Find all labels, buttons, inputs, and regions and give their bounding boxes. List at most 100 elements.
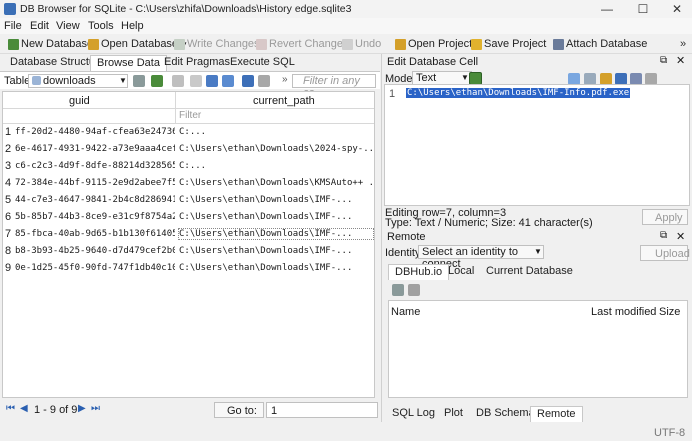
- goto-button[interactable]: Go to:: [214, 402, 264, 418]
- remote-header: Remote ⧉ ✕: [384, 230, 690, 244]
- revert-changes-icon: [256, 38, 267, 50]
- table-row[interactable]: 3 c6-c2c3-4d9f-8dfe-88214d328565 C:...: [3, 158, 374, 175]
- table-row[interactable]: 5 44-c7e3-4647-9841-2b4c8d286941 C:\Users\…: [3, 192, 374, 209]
- open-database-button[interactable]: Open Database▼: [88, 37, 188, 51]
- close-button[interactable]: ✕: [660, 0, 692, 18]
- column-header-current-path[interactable]: current_path: [253, 95, 315, 107]
- main-tabs: Database Structure Browse Data Edit Prag…: [2, 55, 380, 71]
- tab-dbhub[interactable]: DBHub.io: [388, 264, 450, 280]
- title-bar: DB Browser for SQLite - C:\Users\zhifa\D…: [0, 0, 692, 18]
- attach-database-button[interactable]: Attach Database: [553, 37, 647, 51]
- pager-label: 1 - 9 of 9: [34, 404, 78, 416]
- prev-page-icon[interactable]: ◀: [20, 403, 28, 414]
- next-page-icon[interactable]: ▶: [78, 403, 86, 414]
- splitter[interactable]: [381, 54, 382, 422]
- table-icon: [32, 76, 41, 85]
- table-select[interactable]: downloads ▼: [28, 74, 128, 88]
- write-changes-icon: [174, 38, 185, 50]
- window-title: DB Browser for SQLite - C:\Users\zhifa\D…: [20, 3, 352, 15]
- first-page-icon[interactable]: ⏮: [6, 403, 15, 414]
- new-database-button[interactable]: New Database: [8, 37, 93, 51]
- app-icon: [4, 3, 16, 15]
- mode-select[interactable]: Text ▼: [412, 71, 472, 85]
- close-remote-icon[interactable]: ✕: [676, 230, 685, 243]
- float-panel-icon[interactable]: ⧉: [660, 55, 667, 66]
- save-project-icon: [471, 38, 482, 50]
- table-row[interactable]: 6 5b-85b7-44b3-8ce9-e31c9f8754a2 C:\Users\…: [3, 209, 374, 226]
- edit-cell-status: Editing row=7, column=3 Type: Text / Num…: [384, 207, 690, 231]
- cell-value-text[interactable]: C:\Users\ethan\Downloads\IMF-Info.pdf.ex…: [406, 88, 631, 98]
- undo-button[interactable]: Undo: [342, 37, 381, 51]
- apply-button[interactable]: Apply: [642, 209, 688, 225]
- table-row[interactable]: 8 b8-3b93-4b25-9640-d7d479cef2b0 C:\Users\…: [3, 243, 374, 260]
- remote-file-list[interactable]: Name Last modified Size: [388, 300, 688, 398]
- close-panel-icon[interactable]: ✕: [676, 54, 685, 67]
- tab-execute-sql[interactable]: Execute SQL: [224, 55, 301, 71]
- refresh-remote-icon[interactable]: [392, 284, 404, 296]
- open-project-icon: [395, 38, 406, 50]
- table-select-value: downloads: [43, 75, 96, 87]
- new-record-icon[interactable]: [206, 75, 218, 87]
- revert-changes-button[interactable]: Revert Changes: [256, 37, 349, 51]
- menu-file[interactable]: File: [4, 20, 22, 32]
- remote-toolbar: [388, 281, 688, 299]
- open-database-icon: [88, 38, 99, 50]
- main-toolbar: New Database Open Database▼ Write Change…: [0, 34, 692, 54]
- column-filter-row: Filter: [3, 109, 374, 124]
- status-bar: UTF-8: [0, 424, 692, 441]
- goto-input[interactable]: 1: [266, 402, 378, 418]
- minimize-button[interactable]: —: [590, 0, 624, 18]
- identity-select[interactable]: Select an identity to connect▼: [418, 245, 544, 270]
- column-header-size[interactable]: Size: [659, 306, 680, 318]
- column-header-guid[interactable]: guid: [69, 95, 90, 107]
- column-filter-input[interactable]: Filter: [179, 110, 201, 121]
- table-row[interactable]: 2 6e-4617-4931-9422-a73e9aaa4cef C:\Users\…: [3, 141, 374, 158]
- menu-help[interactable]: Help: [121, 20, 144, 32]
- clone-icon[interactable]: [408, 284, 420, 296]
- cell-editor[interactable]: 1 C:\Users\ethan\Downloads\IMF-Info.pdf.…: [384, 84, 690, 206]
- filter-any-column-input[interactable]: Filter in any co...: [292, 74, 376, 99]
- print-icon[interactable]: [258, 75, 270, 87]
- table-row-selected[interactable]: 7 85-fbca-40ab-9d65-b1b130f61405 C:\Users\…: [3, 226, 374, 243]
- last-page-icon[interactable]: ⏭: [91, 403, 100, 414]
- table-row[interactable]: 4 72-384e-44bf-9115-2e9d2abee7f5 C:\Users\…: [3, 175, 374, 192]
- column-header-last-modified[interactable]: Last modified: [591, 306, 656, 318]
- encoding-label: UTF-8: [654, 427, 686, 439]
- sort-icon[interactable]: [172, 75, 184, 87]
- tab-sql-log[interactable]: SQL Log: [386, 406, 441, 422]
- export-icon[interactable]: [242, 75, 254, 87]
- table-row[interactable]: 1 ff-20d2-4480-94af-cfea63e24736 C:...: [3, 124, 374, 141]
- filter-clear-icon[interactable]: [133, 75, 145, 87]
- save-project-button[interactable]: Save Project: [471, 37, 546, 51]
- pager-bar: ⏮ ◀ 1 - 9 of 9 ▶ ⏭ Go to: 1: [2, 401, 380, 419]
- menu-view[interactable]: View: [56, 20, 80, 32]
- browse-controls: Table: downloads ▼ » Filter in any co...: [0, 71, 380, 99]
- tab-remote[interactable]: Remote: [530, 406, 583, 422]
- tab-browse-data[interactable]: Browse Data: [90, 55, 167, 71]
- menu-edit[interactable]: Edit: [30, 20, 49, 32]
- edit-cell-header: Edit Database Cell ⧉ ✕: [384, 54, 690, 70]
- remote-tabs: DBHub.io Local Current Database: [388, 264, 688, 280]
- tab-current-database[interactable]: Current Database: [480, 264, 579, 280]
- menu-bar: File Edit View Tools Help: [0, 18, 692, 34]
- insert-record-icon[interactable]: [222, 75, 234, 87]
- refresh-icon[interactable]: [151, 75, 163, 87]
- tab-local[interactable]: Local: [442, 264, 480, 280]
- open-project-button[interactable]: Open Project: [395, 37, 472, 51]
- tab-plot[interactable]: Plot: [438, 406, 469, 422]
- data-grid[interactable]: guid current_path Filter 1 ff-20d2-4480-9…: [2, 91, 375, 398]
- toolbar-overflow-icon[interactable]: »: [680, 37, 686, 51]
- attach-database-icon: [553, 38, 564, 50]
- filter-icon[interactable]: [190, 75, 202, 87]
- identity-row: Identity Select an identity to connect▼ …: [385, 245, 690, 270]
- menu-tools[interactable]: Tools: [88, 20, 114, 32]
- write-changes-button[interactable]: Write Changes: [174, 37, 260, 51]
- column-header-name[interactable]: Name: [391, 306, 420, 318]
- table-row[interactable]: 9 0e-1d25-45f0-90fd-747f1db40c10 C:\Users\…: [3, 260, 374, 277]
- maximize-button[interactable]: ☐: [626, 0, 660, 18]
- bottom-tabs: SQL Log Plot DB Schema Remote: [384, 406, 690, 422]
- float-remote-icon[interactable]: ⧉: [660, 230, 667, 241]
- grid-header: guid current_path: [3, 92, 374, 109]
- undo-icon: [342, 38, 353, 50]
- upload-button[interactable]: Upload: [640, 245, 690, 261]
